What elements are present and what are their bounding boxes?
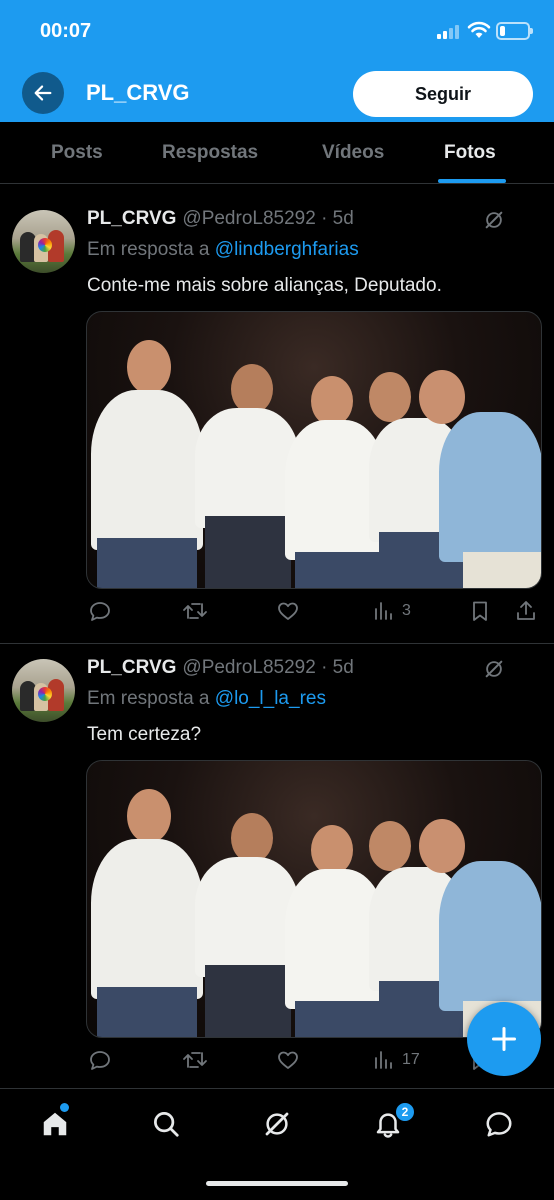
- heart-icon: [278, 602, 298, 620]
- heart-icon: [278, 1051, 298, 1069]
- share-button[interactable]: [514, 599, 538, 623]
- author-handle: @PedroL85292 · 5d: [182, 208, 354, 229]
- nav-messages[interactable]: [482, 1107, 516, 1141]
- post[interactable]: PL_CRVG @PedroL85292 · 5d Em resposta a @…: [0, 196, 554, 643]
- post-header: PL_CRVG @PedroL85292 · 5d: [87, 208, 354, 230]
- grok-icon: [265, 1112, 289, 1136]
- post-header: PL_CRVG @PedroL85292 · 5d: [87, 657, 354, 679]
- post-photo[interactable]: [86, 311, 542, 589]
- message-icon: [486, 1112, 512, 1137]
- active-tab-indicator: [438, 179, 506, 183]
- reply-prefix: Em resposta a: [87, 239, 210, 260]
- tab-posts[interactable]: Posts: [51, 142, 103, 164]
- grok-icon[interactable]: [483, 209, 505, 231]
- back-button[interactable]: [22, 72, 64, 114]
- repost-button[interactable]: [182, 599, 208, 623]
- reply-button[interactable]: [88, 599, 112, 623]
- reply-button[interactable]: [88, 1048, 112, 1072]
- post-text: Conte-me mais sobre alianças, Deputado.: [87, 275, 442, 296]
- views-count: 17: [402, 1051, 420, 1068]
- post-text: Tem certeza?: [87, 724, 202, 745]
- author-name[interactable]: PL_CRVG: [87, 657, 176, 678]
- share-icon: [517, 601, 535, 620]
- views-chart-icon: [375, 602, 392, 620]
- cellular-signal-icon: [437, 25, 459, 39]
- bookmark-icon: [473, 601, 487, 621]
- post-divider: [0, 643, 554, 644]
- views-count: 3: [402, 602, 411, 619]
- profile-header: 00:07 PL_CRVG Seguir: [0, 0, 554, 122]
- like-button[interactable]: [276, 1048, 300, 1072]
- bookmark-button[interactable]: [468, 599, 492, 623]
- home-icon: [43, 1112, 67, 1136]
- home-indicator[interactable]: [206, 1181, 348, 1186]
- nav-grok[interactable]: [260, 1107, 294, 1141]
- author-name[interactable]: PL_CRVG: [87, 208, 176, 229]
- avatar[interactable]: [12, 210, 75, 273]
- compose-post-button[interactable]: [467, 1002, 541, 1076]
- tab-videos[interactable]: Vídeos: [322, 142, 384, 164]
- follow-button[interactable]: Seguir: [353, 71, 533, 117]
- nav-search[interactable]: [149, 1107, 183, 1141]
- post-photo[interactable]: [86, 760, 542, 1038]
- reply-mention-link[interactable]: @lindberghfarias: [215, 239, 359, 260]
- tab-photos[interactable]: Fotos: [444, 142, 496, 164]
- post-actions: 3: [86, 599, 546, 625]
- reply-context: Em resposta a @lo_l_la_res: [87, 688, 326, 710]
- repost-button[interactable]: [182, 1048, 208, 1072]
- reply-mention-link[interactable]: @lo_l_la_res: [215, 688, 326, 709]
- like-button[interactable]: [276, 599, 300, 623]
- avatar[interactable]: [12, 659, 75, 722]
- reply-icon: [90, 602, 110, 621]
- status-time: 00:07: [40, 20, 92, 42]
- reply-prefix: Em resposta a: [87, 688, 210, 709]
- tab-replies[interactable]: Respostas: [162, 142, 258, 164]
- views-button[interactable]: 17: [372, 1048, 420, 1072]
- reply-context: Em resposta a @lindberghfarias: [87, 239, 359, 261]
- repost-icon: [183, 1052, 207, 1068]
- grok-icon[interactable]: [483, 658, 505, 680]
- views-button[interactable]: 3: [372, 599, 411, 623]
- battery-icon: [496, 22, 533, 40]
- repost-icon: [183, 603, 207, 619]
- views-chart-icon: [375, 1051, 392, 1069]
- nav-home[interactable]: [38, 1107, 72, 1141]
- notifications-badge: 2: [394, 1101, 416, 1123]
- search-icon: [154, 1112, 179, 1137]
- home-new-indicator: [60, 1103, 69, 1112]
- profile-tabs: Posts Respostas Vídeos Fotos: [0, 122, 554, 184]
- arrow-left-icon: [34, 85, 52, 101]
- header-title: PL_CRVG: [86, 80, 190, 105]
- wifi-icon: [467, 21, 491, 38]
- author-handle: @PedroL85292 · 5d: [182, 657, 354, 678]
- reply-icon: [90, 1051, 110, 1070]
- plus-icon: [491, 1026, 517, 1052]
- status-bar: 00:07: [0, 0, 554, 62]
